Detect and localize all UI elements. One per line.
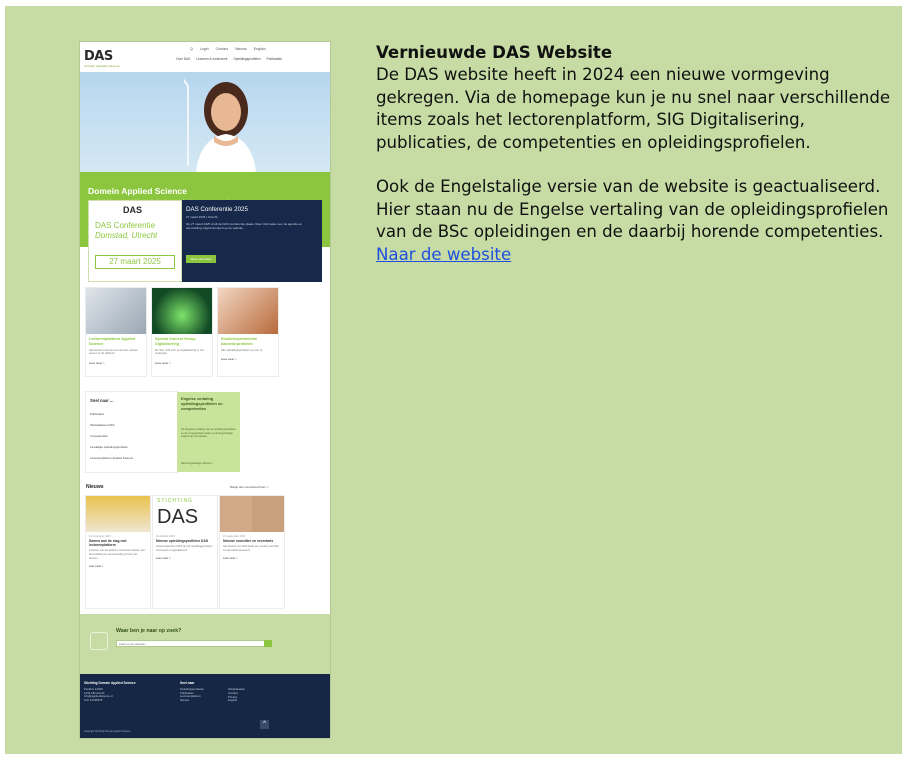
news-heading: Nieuws bbox=[86, 484, 104, 490]
all-news-link[interactable]: Bekijk alle nieuwsberichten > bbox=[230, 485, 269, 489]
search-illustration-icon bbox=[90, 632, 108, 650]
footer-links: Snel naar Opleidingsprofielen Publicatie… bbox=[180, 681, 204, 703]
feature-cards: Lectorenplatform Applied Science Alle le… bbox=[86, 288, 324, 378]
conference-more-button[interactable]: Meer informatie bbox=[186, 255, 216, 263]
news-image: STICHTING DAS bbox=[153, 496, 217, 532]
conference-place: Domstad, Utrecht bbox=[95, 231, 158, 240]
conference-title: DAS Conferentie bbox=[95, 221, 156, 230]
conference-date: 27 maart 2025 bbox=[95, 255, 175, 269]
card-lectorenplatform[interactable]: Lectorenplatform Applied Science Alle le… bbox=[86, 288, 146, 376]
conference-info-text: Op 27 maart 2025 vindt de DAS Conferenti… bbox=[186, 222, 303, 231]
english-profiles-title: Engelse vertaling opleidingsprofielen en… bbox=[181, 396, 223, 411]
content-card: DAS domein applied science Q Login Conta… bbox=[5, 6, 902, 754]
footer-copyright: Copyright Stichting Domein Applied Scien… bbox=[84, 730, 131, 733]
english-profiles-box: Engelse vertaling opleidingsprofielen en… bbox=[177, 392, 240, 472]
card-image bbox=[218, 288, 278, 334]
card-image bbox=[86, 288, 146, 334]
hero-title: Domein Applied Science bbox=[88, 186, 187, 196]
article-title: Vernieuwde DAS Website bbox=[376, 43, 613, 62]
quick-link[interactable]: Landelijke opleidingsprofielen bbox=[90, 445, 133, 449]
card-sig-digitalisering[interactable]: Special Interest Group Digitalisering De… bbox=[152, 288, 212, 376]
quick-link[interactable]: Publicaties bbox=[90, 412, 133, 416]
search-title: Waar ben je naar op zoek? bbox=[116, 628, 182, 634]
top-nav: Q Login Contact Nieuws English bbox=[190, 47, 266, 51]
footer-links-2: Werkplaatsen Contact Privacy English bbox=[228, 687, 246, 703]
main-nav: Over DAS Lectoren & onderzoek Opleidings… bbox=[176, 57, 282, 61]
news-item[interactable]: 15 september 2024 Nieuwe voorzitter en s… bbox=[220, 496, 284, 608]
quick-links: Snel naar ... Publicaties Werkplaatsen D… bbox=[86, 392, 177, 472]
site-footer: Stichting Domein Applied Science Postbus… bbox=[80, 674, 330, 738]
search-input[interactable] bbox=[116, 640, 266, 647]
quick-link[interactable]: Lectorenplatform Applied Science bbox=[90, 456, 133, 460]
article-paragraph-1: De DAS website heeft in 2024 een nieuwe … bbox=[376, 65, 891, 152]
quick-links-title: Snel naar ... bbox=[90, 398, 114, 403]
card-image bbox=[152, 288, 212, 334]
news-item[interactable]: STICHTING DAS 01 oktober 2024 Nieuwe opl… bbox=[153, 496, 217, 608]
conference-info: DAS Conferentie 2025 27 maart 2025 | Utr… bbox=[182, 200, 322, 282]
search-icon: Q bbox=[190, 47, 193, 51]
site-header: DAS domein applied science Q Login Conta… bbox=[80, 42, 330, 74]
footer-contact: Stichting Domein Applied Science Postbus… bbox=[84, 681, 136, 703]
english-profiles-text: De Engelse vertaling van de opleidingspr… bbox=[181, 428, 236, 439]
conference-info-title: DAS Conferentie 2025 bbox=[186, 206, 248, 213]
back-to-top-icon[interactable]: ^ bbox=[260, 720, 269, 729]
news-item[interactable]: 12 november 2024 Samen aan de slag met l… bbox=[86, 496, 150, 608]
conference-logo: DAS bbox=[123, 205, 143, 215]
conference-info-sub: 27 maart 2025 | Utrecht bbox=[186, 215, 218, 219]
quick-link[interactable]: Competenties bbox=[90, 434, 133, 438]
card-studiekeuze[interactable]: Studiekeuzewebsite bachelorprofielen All… bbox=[218, 288, 278, 376]
article-paragraph-2: Ook de Engelstalige versie van de websit… bbox=[376, 177, 889, 242]
hero-photo bbox=[184, 78, 256, 172]
english-profiles-link[interactable]: Naar Engelstalige website > bbox=[181, 462, 213, 465]
article-text: Vernieuwde DAS Website De DAS website he… bbox=[376, 42, 896, 266]
conference-card[interactable]: DAS DAS Conferentie Domstad, Utrecht 27 … bbox=[88, 200, 182, 282]
news-image bbox=[86, 496, 150, 532]
quick-link[interactable]: Werkplaatsen DAS bbox=[90, 423, 133, 427]
news-image bbox=[220, 496, 284, 532]
website-screenshot[interactable]: DAS domein applied science Q Login Conta… bbox=[80, 42, 330, 738]
search-button[interactable] bbox=[264, 640, 272, 647]
website-link[interactable]: Naar de website bbox=[376, 245, 511, 264]
das-logo: DAS domein applied science bbox=[84, 49, 120, 68]
